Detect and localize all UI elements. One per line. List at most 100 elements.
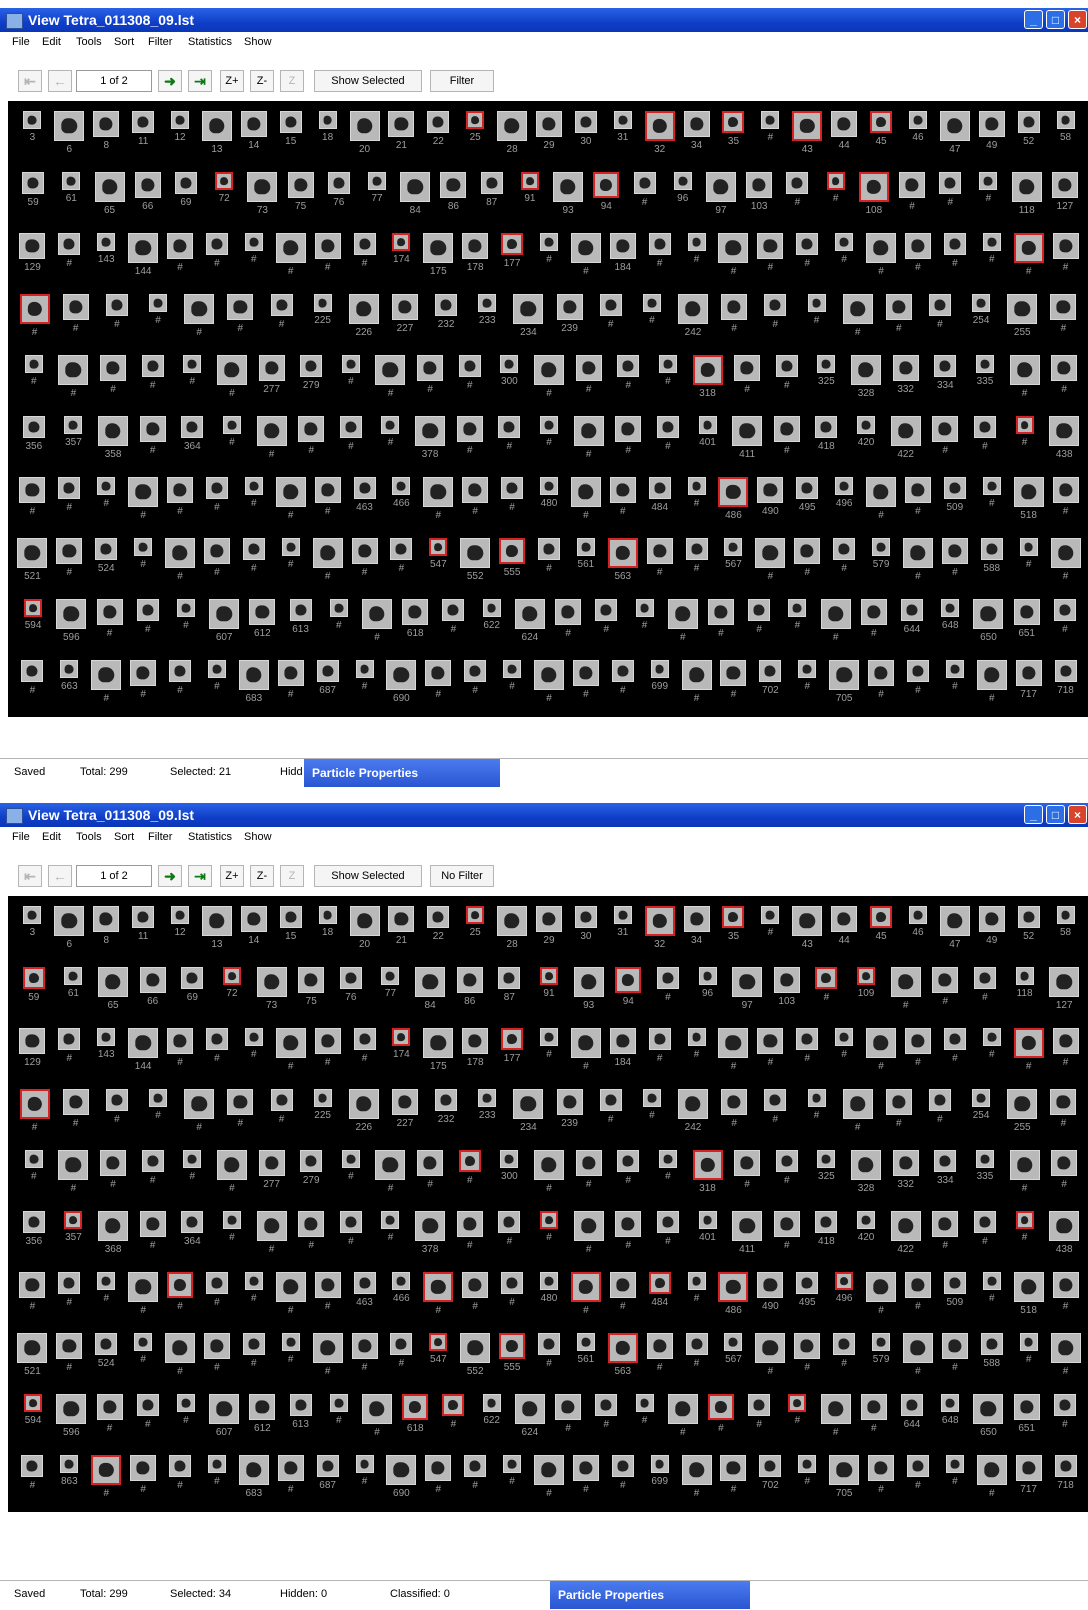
particle-thumbnail[interactable] — [442, 599, 465, 621]
particle-thumbnail[interactable] — [23, 906, 42, 924]
particle-thumbnail[interactable] — [534, 1455, 564, 1485]
particle-thumbnail[interactable] — [22, 967, 45, 989]
particle-thumbnail[interactable] — [939, 906, 970, 936]
particle-thumbnail[interactable] — [425, 660, 452, 686]
particle-thumbnail[interactable] — [279, 906, 302, 928]
particle-thumbnail[interactable] — [698, 1211, 717, 1229]
particle-thumbnail[interactable] — [858, 172, 889, 202]
particle-thumbnail[interactable] — [732, 967, 763, 997]
particle-thumbnail[interactable] — [761, 111, 780, 129]
particle-thumbnail[interactable] — [19, 1089, 50, 1119]
particle-thumbnail[interactable] — [1013, 477, 1044, 507]
particle-thumbnail[interactable] — [62, 294, 89, 320]
particle-thumbnail[interactable] — [174, 172, 197, 194]
particle-thumbnail[interactable] — [572, 660, 599, 686]
particle-thumbnail[interactable] — [609, 233, 636, 259]
particle-thumbnail[interactable] — [939, 172, 962, 194]
particle-thumbnail[interactable] — [96, 599, 123, 625]
particle-thumbnail[interactable] — [648, 233, 671, 255]
particle-thumbnail[interactable] — [683, 111, 710, 137]
particle-thumbnail[interactable] — [514, 599, 545, 629]
particle-thumbnail[interactable] — [329, 1394, 348, 1412]
particle-thumbnail[interactable] — [1015, 660, 1042, 686]
particle-thumbnail[interactable] — [667, 599, 698, 629]
particle-thumbnail[interactable] — [466, 906, 485, 924]
particle-thumbnail[interactable] — [500, 355, 519, 373]
particle-thumbnail[interactable] — [815, 967, 838, 989]
particle-thumbnail[interactable] — [976, 660, 1007, 690]
particle-thumbnail[interactable] — [244, 1028, 263, 1046]
particle-thumbnail[interactable] — [555, 1394, 582, 1420]
particle-thumbnail[interactable] — [201, 906, 232, 936]
particle-thumbnail[interactable] — [576, 538, 595, 556]
particle-thumbnail[interactable] — [857, 416, 876, 434]
particle-thumbnail[interactable] — [24, 599, 43, 617]
particle-thumbnail[interactable] — [656, 1211, 679, 1233]
particle-thumbnail[interactable] — [316, 660, 339, 682]
particle-thumbnail[interactable] — [928, 1089, 951, 1111]
particle-thumbnail[interactable] — [607, 538, 638, 568]
particle-thumbnail[interactable] — [866, 233, 897, 263]
particle-thumbnail[interactable] — [270, 1089, 293, 1111]
last-page-button[interactable]: ⇥ — [188, 70, 212, 92]
particle-thumbnail[interactable] — [593, 172, 620, 198]
particle-thumbnail[interactable] — [835, 1272, 854, 1290]
particle-thumbnail[interactable] — [1019, 538, 1038, 556]
particle-thumbnail[interactable] — [540, 233, 558, 251]
particle-thumbnail[interactable] — [203, 1333, 230, 1359]
particle-thumbnail[interactable] — [22, 172, 45, 194]
particle-thumbnail[interactable] — [835, 1028, 854, 1046]
particle-thumbnail[interactable] — [982, 477, 1001, 495]
menu-item[interactable]: Statistics — [188, 831, 232, 843]
particle-thumbnail[interactable] — [258, 355, 285, 381]
particle-thumbnail[interactable] — [97, 233, 116, 251]
particle-thumbnail[interactable] — [807, 294, 826, 312]
particle-thumbnail[interactable] — [97, 1272, 116, 1290]
particle-thumbnail[interactable] — [181, 967, 204, 989]
particle-thumbnail[interactable] — [425, 1455, 452, 1481]
particle-thumbnail[interactable] — [498, 416, 521, 438]
particle-thumbnail[interactable] — [415, 1211, 446, 1241]
particle-thumbnail[interactable] — [759, 1455, 782, 1477]
particle-thumbnail[interactable] — [386, 660, 417, 690]
particle-thumbnail[interactable] — [615, 967, 642, 993]
particle-thumbnail[interactable] — [415, 416, 446, 446]
particle-thumbnail[interactable] — [209, 599, 240, 629]
particle-thumbnail[interactable] — [415, 967, 446, 997]
particle-thumbnail[interactable] — [599, 294, 622, 316]
particle-thumbnail[interactable] — [788, 1394, 807, 1412]
particle-thumbnail[interactable] — [96, 1394, 123, 1420]
particle-thumbnail[interactable] — [1049, 1211, 1080, 1241]
particle-thumbnail[interactable] — [314, 1272, 341, 1298]
particle-thumbnail[interactable] — [646, 538, 673, 564]
particle-thumbnail[interactable] — [721, 294, 748, 320]
particle-thumbnail[interactable] — [497, 906, 528, 936]
particle-thumbnail[interactable] — [464, 660, 487, 682]
filter-button[interactable]: Filter — [430, 70, 494, 92]
particle-thumbnail[interactable] — [513, 294, 544, 324]
particle-thumbnail[interactable] — [866, 1028, 897, 1058]
particle-thumbnail[interactable] — [904, 1272, 931, 1298]
particle-thumbnail[interactable] — [24, 1394, 43, 1412]
particle-thumbnail[interactable] — [93, 906, 120, 932]
particle-thumbnail[interactable] — [429, 1333, 448, 1351]
particle-properties-tab[interactable]: Particle Properties — [304, 759, 500, 787]
particle-thumbnail[interactable] — [134, 538, 153, 556]
next-page-button[interactable]: ➜ — [158, 70, 182, 92]
particle-thumbnail[interactable] — [860, 1394, 887, 1420]
particle-thumbnail[interactable] — [17, 1333, 48, 1363]
menu-item[interactable]: Sort — [114, 831, 134, 843]
particle-thumbnail[interactable] — [339, 1211, 362, 1233]
particle-thumbnail[interactable] — [815, 1211, 838, 1233]
particle-thumbnail[interactable] — [139, 967, 166, 993]
particle-thumbnail[interactable] — [390, 538, 413, 560]
particle-thumbnail[interactable] — [908, 111, 927, 129]
particle-thumbnail[interactable] — [478, 1089, 497, 1107]
particle-thumbnail[interactable] — [646, 1333, 673, 1359]
particle-thumbnail[interactable] — [538, 538, 560, 560]
particle-thumbnail[interactable] — [56, 599, 87, 629]
particle-thumbnail[interactable] — [482, 1394, 501, 1412]
particle-thumbnail[interactable] — [570, 477, 601, 507]
particle-thumbnail[interactable] — [130, 660, 157, 686]
particle-thumbnail[interactable] — [833, 538, 856, 560]
